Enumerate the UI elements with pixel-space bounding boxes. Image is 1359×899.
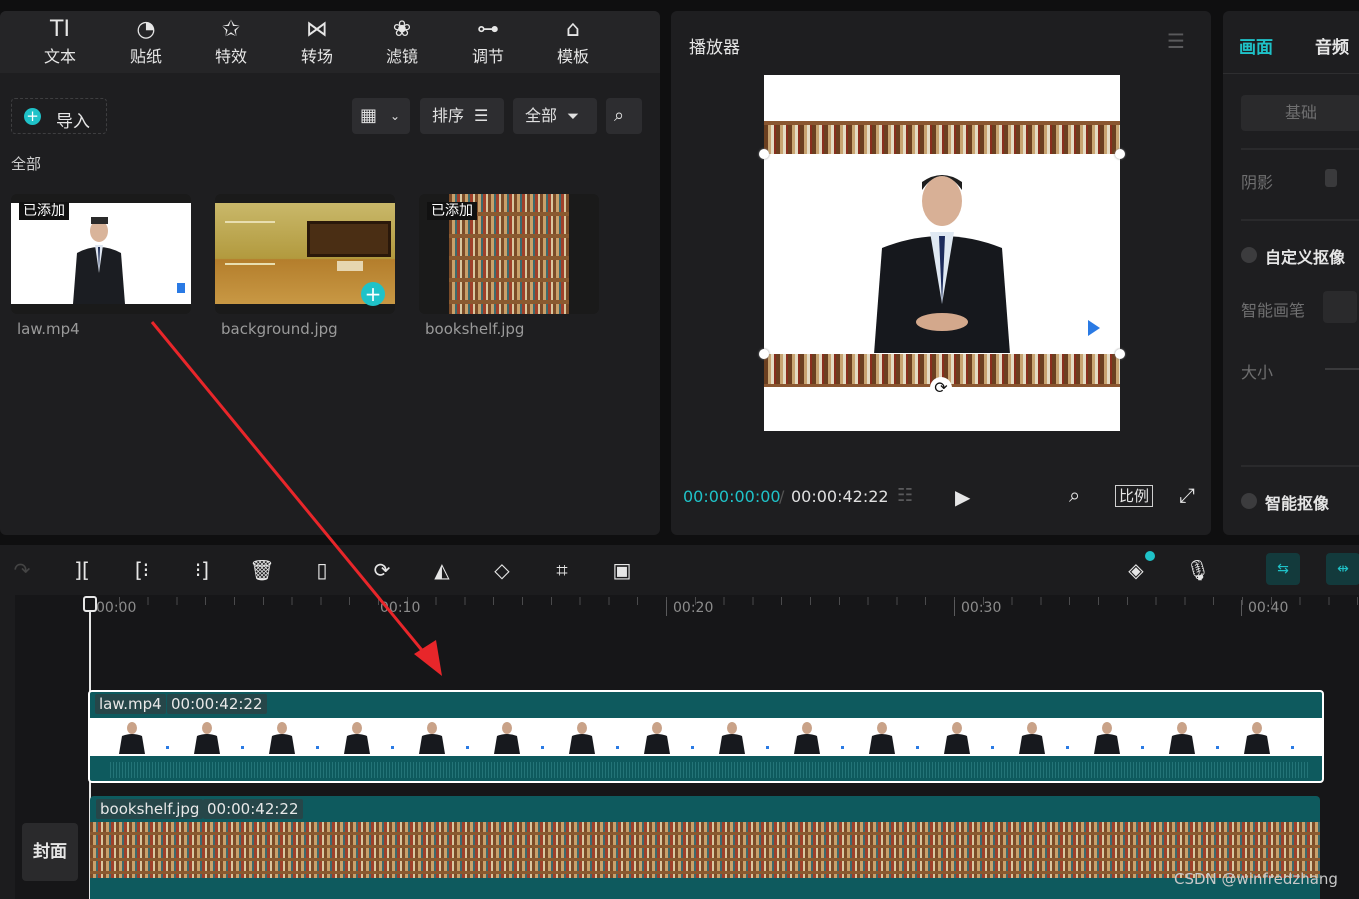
watermark: CSDN @winfredzhang [1174,870,1338,888]
annotation-arrow [150,321,442,676]
